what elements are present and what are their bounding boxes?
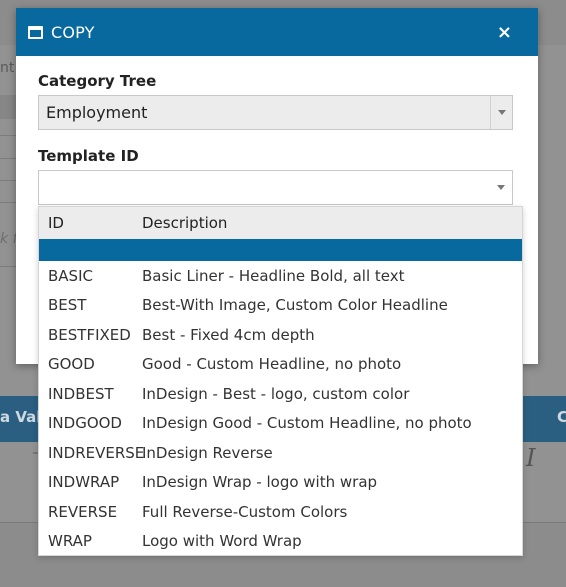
- option-id: INDBEST: [48, 384, 114, 403]
- option-id: WRAP: [48, 532, 92, 551]
- background-column-fragment: a Val: [0, 408, 42, 426]
- dropdown-option[interactable]: GOOD Good - Custom Headline, no photo: [39, 350, 522, 380]
- dropdown-option[interactable]: INDREVERSE InDesign Reverse: [39, 438, 522, 468]
- dropdown-option[interactable]: BESTFIXED Best - Fixed 4cm depth: [39, 320, 522, 350]
- option-description: InDesign - Best - logo, custom color: [142, 384, 410, 403]
- option-description: Good - Custom Headline, no photo: [142, 355, 402, 374]
- background-divider: [0, 202, 17, 203]
- option-id: INDGOOD: [48, 414, 122, 433]
- option-id: BEST: [48, 296, 87, 315]
- dropdown-option-empty-selected[interactable]: [39, 239, 522, 261]
- dropdown-option[interactable]: REVERSE Full Reverse-Custom Colors: [39, 497, 522, 527]
- window-icon: [28, 25, 43, 39]
- category-tree-value: Employment: [46, 103, 148, 122]
- dropdown-option[interactable]: INDBEST InDesign - Best - logo, custom co…: [39, 379, 522, 409]
- option-description: InDesign Good - Custom Headline, no phot…: [142, 414, 472, 433]
- chevron-down-icon[interactable]: [490, 96, 512, 129]
- template-id-select[interactable]: [38, 170, 513, 205]
- dropdown-options: BASIC Basic Liner - Headline Bold, all te…: [39, 261, 522, 556]
- option-description: Best-With Image, Custom Color Headline: [142, 296, 448, 315]
- background-placeholder-fragment: k f: [0, 231, 18, 247]
- option-id: BESTFIXED: [48, 325, 131, 344]
- background-divider: [0, 180, 17, 181]
- italic-icon: I: [526, 444, 536, 472]
- category-tree-select[interactable]: Employment: [38, 95, 513, 130]
- dropdown-option[interactable]: INDWRAP InDesign Wrap - logo with wrap: [39, 468, 522, 498]
- dropdown-option[interactable]: INDGOOD InDesign Good - Custom Headline, …: [39, 409, 522, 439]
- option-description: Basic Liner - Headline Bold, all text: [142, 266, 405, 285]
- close-button[interactable]: ×: [497, 22, 512, 43]
- column-header-id: ID: [48, 214, 64, 232]
- dropdown-option[interactable]: WRAP Logo with Word Wrap: [39, 527, 522, 557]
- dropdown-header: ID Description: [39, 207, 522, 239]
- background-text-fragment: nt: [0, 60, 15, 76]
- option-id: REVERSE: [48, 502, 118, 521]
- option-id: GOOD: [48, 355, 95, 374]
- template-id-label: Template ID: [38, 147, 139, 165]
- option-description: Best - Fixed 4cm depth: [142, 325, 315, 344]
- option-description: InDesign Reverse: [142, 443, 273, 462]
- template-id-dropdown: ID Description BASIC Basic Liner - Headli…: [38, 206, 523, 556]
- option-description: Full Reverse-Custom Colors: [142, 502, 348, 521]
- background-column-fragment-right: C: [557, 408, 566, 426]
- dropdown-option[interactable]: BEST Best-With Image, Custom Color Headli…: [39, 291, 522, 321]
- background-field: [0, 95, 17, 119]
- dropdown-option[interactable]: BASIC Basic Liner - Headline Bold, all te…: [39, 261, 522, 291]
- dialog-header: COPY ×: [16, 8, 538, 56]
- option-id: BASIC: [48, 266, 93, 285]
- background-divider: [0, 266, 17, 267]
- option-id: INDREVERSE: [48, 443, 145, 462]
- dialog-title: COPY: [51, 22, 95, 42]
- option-description: InDesign Wrap - logo with wrap: [142, 473, 378, 492]
- option-description: Logo with Word Wrap: [142, 532, 302, 551]
- category-tree-label: Category Tree: [38, 72, 157, 90]
- column-header-description: Description: [142, 214, 228, 232]
- chevron-down-icon[interactable]: [490, 171, 512, 204]
- background-divider: [0, 158, 17, 159]
- option-id: INDWRAP: [48, 473, 120, 492]
- background-divider: [0, 135, 17, 136]
